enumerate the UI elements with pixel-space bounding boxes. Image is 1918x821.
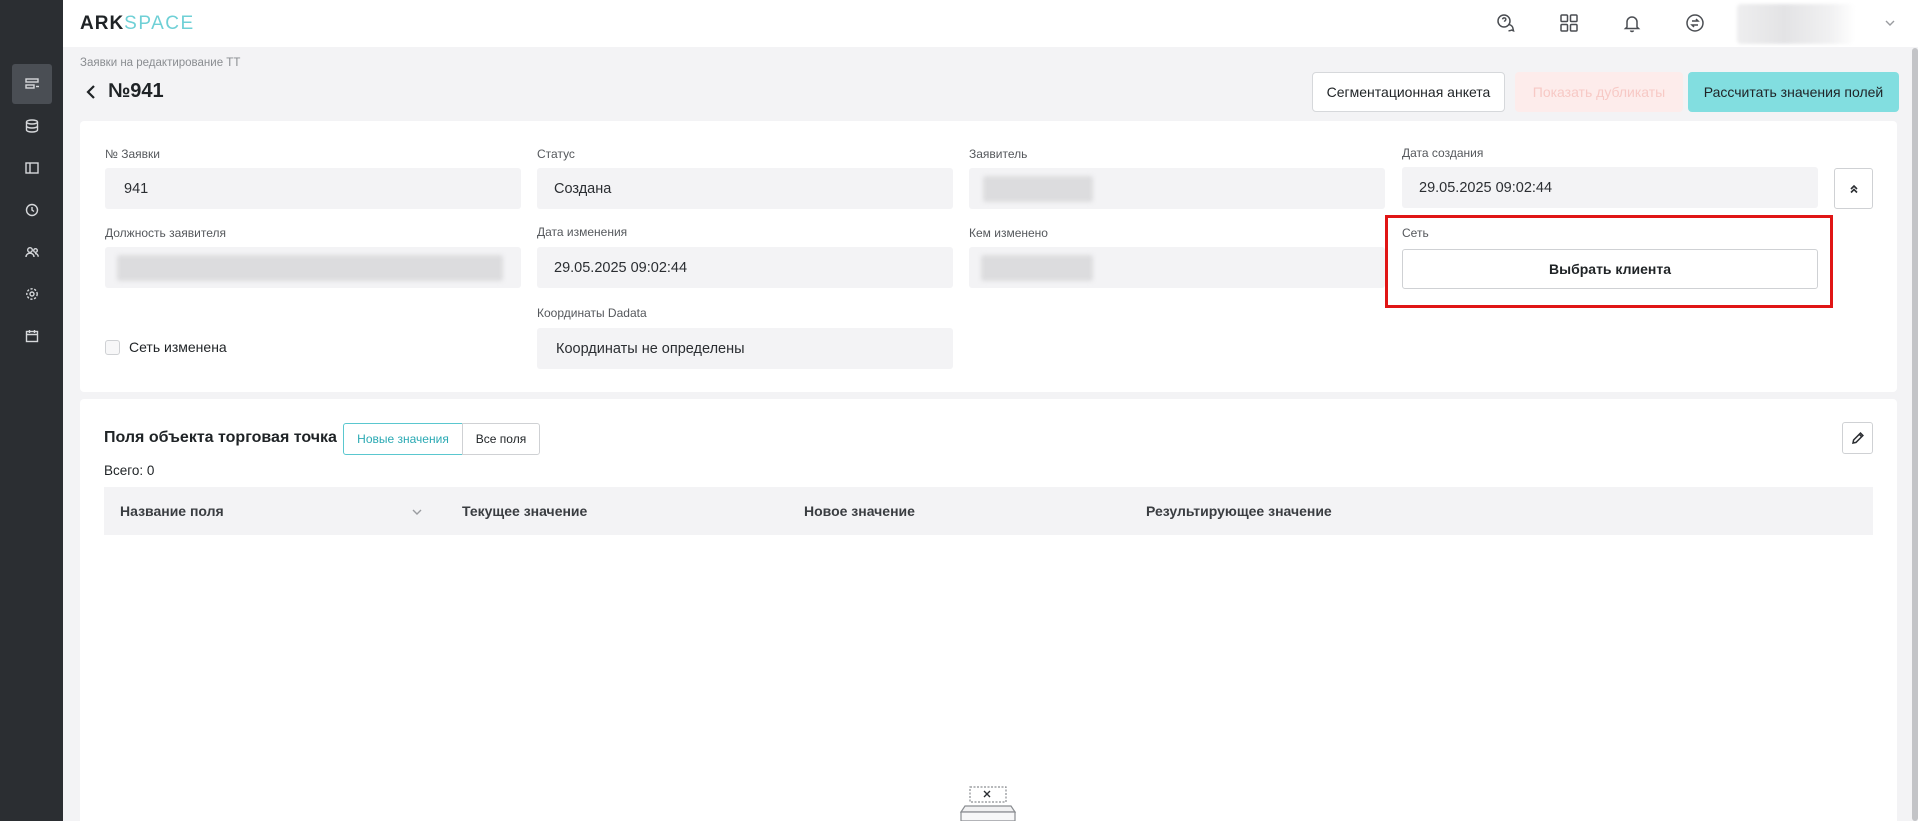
- sidebar: [0, 0, 63, 821]
- sidebar-item-settings[interactable]: [12, 274, 52, 314]
- chevron-down-icon[interactable]: [410, 505, 424, 519]
- modified-by-redacted: [981, 255, 1093, 281]
- column-field-name[interactable]: Название поля: [120, 503, 224, 519]
- edit-button[interactable]: [1842, 422, 1873, 454]
- sidebar-item-requests[interactable]: [12, 64, 52, 104]
- sidebar-item-history[interactable]: [12, 190, 52, 230]
- notifications-button[interactable]: [1619, 10, 1645, 36]
- modified-date-field: 29.05.2025 09:02:44: [537, 247, 953, 288]
- fields-section-title: Поля объекта торговая точка: [104, 429, 337, 446]
- coords-field: Координаты не определены: [537, 328, 953, 369]
- total-count: Всего: 0: [104, 463, 155, 478]
- scrollbar-thumb[interactable]: [1912, 48, 1918, 821]
- tab-new-values[interactable]: Новые значения: [343, 423, 463, 455]
- help-chat-icon: [1497, 14, 1515, 32]
- network-label: Сеть: [1402, 226, 1429, 240]
- help-chat-button[interactable]: [1493, 10, 1519, 36]
- show-duplicates-button[interactable]: Показать дубликаты: [1515, 72, 1683, 112]
- users-icon: [25, 247, 39, 258]
- database-icon: [25, 119, 39, 133]
- pencil-icon: [1851, 432, 1864, 444]
- tab-all-fields[interactable]: Все поля: [462, 423, 540, 455]
- chevron-down-icon[interactable]: [1883, 16, 1897, 30]
- coords-label: Координаты Dadata: [537, 306, 647, 320]
- logo-space: SPACE: [124, 13, 195, 34]
- applicant-position-label: Должность заявителя: [105, 226, 226, 240]
- request-no-field: 941: [105, 168, 521, 209]
- applicant-redacted: [983, 176, 1093, 202]
- status-label: Статус: [537, 147, 575, 161]
- bell-icon: [1623, 16, 1641, 33]
- modified-by-field: [969, 247, 1385, 288]
- fields-card: [80, 399, 1897, 821]
- column-new-value: Новое значение: [804, 503, 915, 519]
- sidebar-item-layout[interactable]: [12, 148, 52, 188]
- applicant-field: [969, 168, 1385, 209]
- empty-box-icon: [959, 786, 1017, 821]
- modified-by-label: Кем изменено: [969, 226, 1048, 240]
- back-arrow-icon[interactable]: [83, 83, 99, 101]
- page-title: №941: [108, 80, 164, 102]
- created-date-field: 29.05.2025 09:02:44: [1402, 167, 1818, 208]
- table-header: Название поля Текущее значение Новое зна…: [104, 487, 1873, 535]
- request-no-label: № Заявки: [105, 147, 160, 161]
- applicant-label: Заявитель: [969, 147, 1028, 161]
- created-date-label: Дата создания: [1402, 146, 1484, 160]
- status-field: Создана: [537, 168, 953, 209]
- calculate-fields-button[interactable]: Рассчитать значения полей: [1688, 72, 1899, 112]
- clock-icon: [25, 203, 39, 217]
- sidebar-item-users[interactable]: [12, 232, 52, 272]
- sidebar-item-calendar[interactable]: [12, 316, 52, 356]
- top-bar: ARKSPACE: [63, 0, 1918, 47]
- chevrons-up-icon: [1849, 184, 1858, 193]
- collapse-button[interactable]: [1834, 168, 1873, 209]
- app-logo[interactable]: ARKSPACE: [80, 13, 195, 35]
- calendar-icon: [25, 330, 39, 343]
- applicant-position-field: [105, 247, 521, 288]
- network-changed-label[interactable]: Сеть изменена: [129, 339, 227, 355]
- position-redacted: [117, 255, 503, 281]
- network-changed-checkbox[interactable]: [105, 340, 120, 355]
- segmentation-form-button[interactable]: Сегментационная анкета: [1312, 72, 1505, 112]
- settings-icon: [26, 288, 38, 300]
- requests-icon: [25, 78, 39, 89]
- apps-grid-icon: [1560, 14, 1578, 32]
- logo-ark: ARK: [80, 13, 125, 34]
- column-result-value: Результирующее значение: [1146, 503, 1332, 519]
- breadcrumb[interactable]: Заявки на редактирование ТТ: [80, 57, 240, 69]
- layout-icon: [25, 162, 39, 174]
- choose-client-button[interactable]: Выбрать клиента: [1402, 249, 1818, 289]
- user-menu[interactable]: [1737, 4, 1855, 44]
- sidebar-item-database[interactable]: [12, 106, 52, 146]
- sync-button[interactable]: [1682, 10, 1708, 36]
- sync-icon: [1686, 14, 1704, 32]
- column-current-value: Текущее значение: [462, 503, 588, 519]
- apps-button[interactable]: [1556, 10, 1582, 36]
- modified-date-label: Дата изменения: [537, 225, 628, 239]
